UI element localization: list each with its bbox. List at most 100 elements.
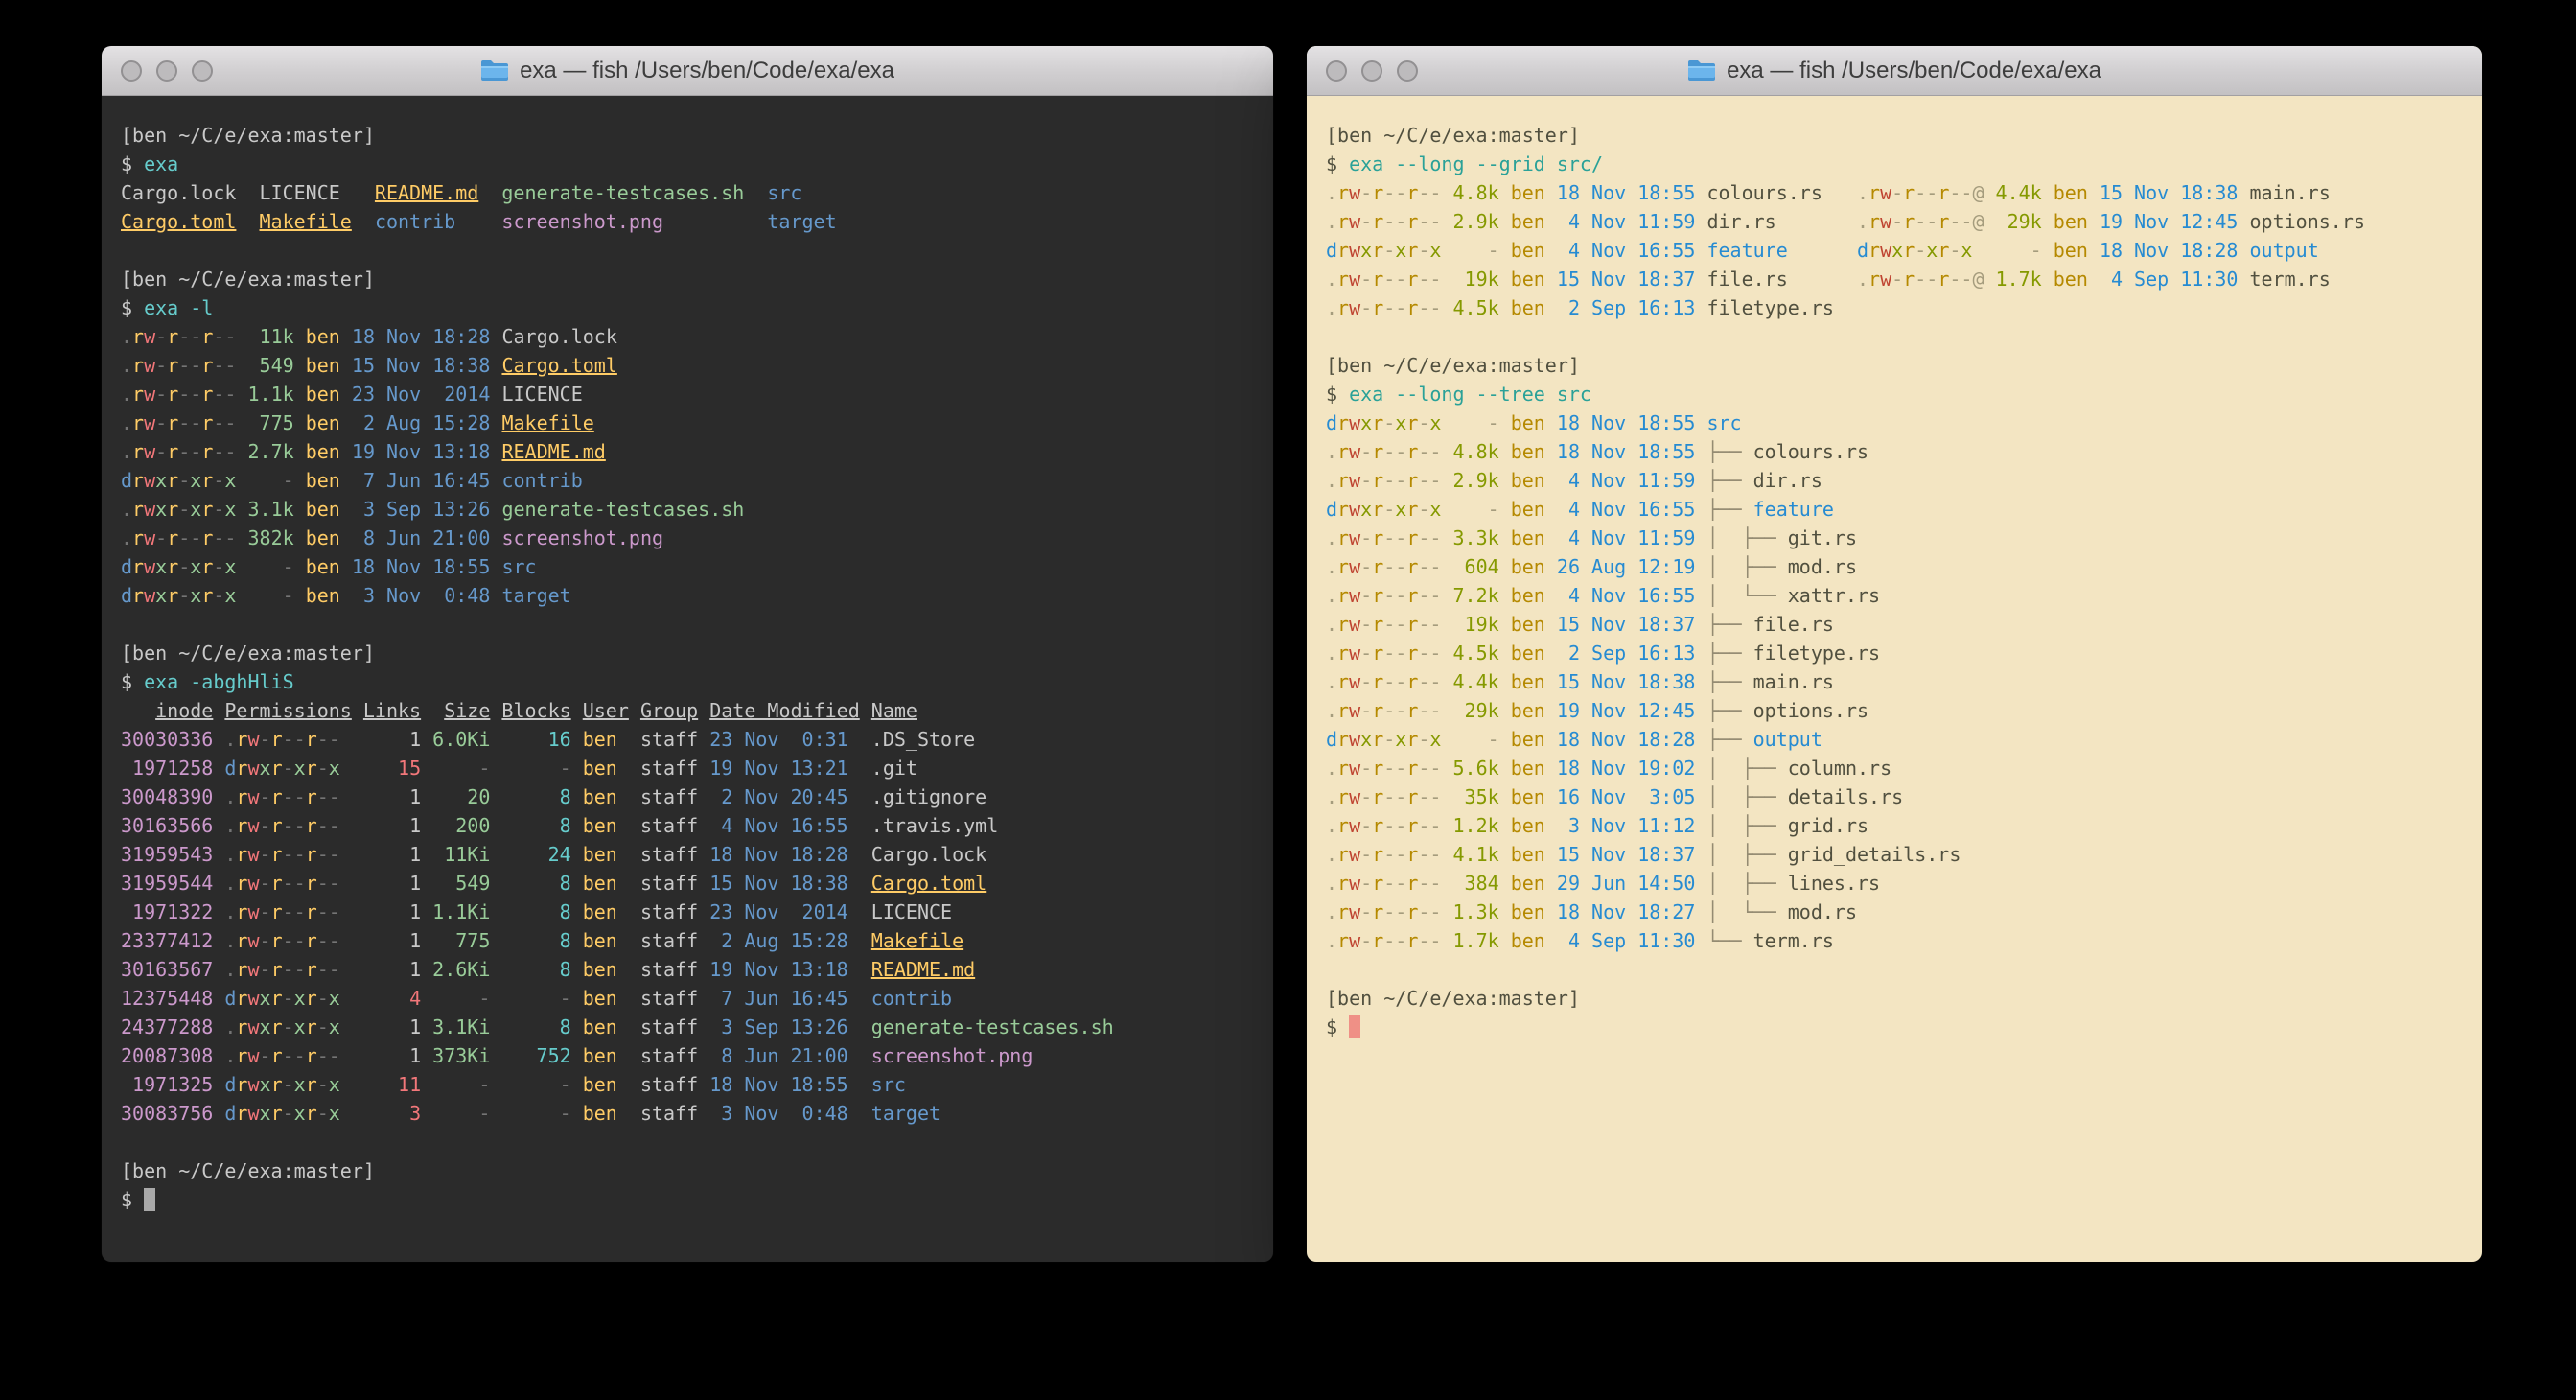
terminal-text-segment: ben [294, 498, 340, 521]
terminal-text-segment: exa -l [144, 296, 213, 319]
terminal-text-segment: staff [629, 843, 698, 866]
permission-char: r [1372, 584, 1383, 607]
terminal-line: drwxr-xr-x - ben 7 Jun 16:45 contrib [121, 466, 1254, 495]
terminal-line: .rw-r--r-- 7.2k ben 4 Nov 16:55 │ └── xa… [1326, 581, 2463, 610]
terminal-text-segment: 5.6k [1441, 757, 1498, 780]
terminal-text-segment: 29k [1441, 699, 1498, 722]
permission-char: - [283, 1073, 294, 1096]
terminal-text-segment [571, 699, 583, 722]
permission-char: . [1857, 210, 1868, 233]
permission-char: - [1383, 469, 1395, 492]
terminal-line: .rw-r--r-- 384 ben 29 Jun 14:50 │ ├── li… [1326, 869, 2463, 898]
terminal-text-segment: exa -abghHliS [144, 670, 294, 693]
permission-char: - [1915, 210, 1926, 233]
terminal-text-segment: - [490, 987, 570, 1010]
terminal-text-segment: 1.7k [1441, 929, 1498, 952]
terminal-text-segment: ├── [1706, 469, 1752, 492]
window-title: exa — fish /Users/ben/Code/exa/exa [480, 58, 894, 84]
terminal-text-segment [490, 555, 501, 578]
permission-char: r [1372, 728, 1383, 751]
permission-char: - [1383, 555, 1395, 578]
permission-char: - [178, 354, 190, 377]
window-controls [121, 60, 213, 82]
terminal-text-segment: - [1441, 239, 1498, 262]
permission-char: - [213, 440, 224, 463]
terminal-text-segment: 1 [340, 872, 421, 895]
permission-char: r [236, 814, 247, 837]
terminal-text-segment [490, 584, 501, 607]
terminal-text-segment [421, 699, 444, 722]
zoom-button[interactable] [192, 60, 213, 82]
terminal-text-segment: - [421, 1102, 490, 1125]
terminal-text-segment: staff [629, 872, 698, 895]
terminal-text-segment: LICENCE [490, 383, 582, 406]
terminal-text-segment: 1.7k [1984, 268, 2042, 291]
permission-char: - [1383, 872, 1395, 895]
permission-char: - [1383, 296, 1395, 319]
close-button[interactable] [1326, 60, 1347, 82]
terminal-text-segment: ben [1499, 843, 1545, 866]
terminal-text-segment [848, 872, 871, 895]
terminal-text-segment: User [583, 699, 629, 722]
close-button[interactable] [121, 60, 142, 82]
minimize-button[interactable] [1361, 60, 1382, 82]
terminal-text-segment: staff [629, 900, 698, 923]
terminal-line: 30083756 drwxr-xr-x 3 - - ben staff 3 No… [121, 1099, 1254, 1128]
terminal-content[interactable]: [ben ~/C/e/exa:master]$ exa --long --gri… [1307, 96, 2482, 1066]
terminal-text-segment: ben [571, 958, 629, 981]
terminal-text-segment: 8 [490, 929, 570, 952]
permission-char: w [1349, 900, 1360, 923]
permission-char: r [201, 383, 213, 406]
terminal-text-segment: options.rs [2238, 210, 2364, 233]
terminal-text-segment: 30163567 [121, 958, 213, 981]
terminal-text-segment: target [767, 210, 836, 233]
permission-char: r [1337, 843, 1349, 866]
terminal-line: 30030336 .rw-r--r-- 1 6.0Ki 16 ben staff… [121, 725, 1254, 754]
permission-char: - [317, 843, 329, 866]
permission-char: . [1326, 181, 1337, 204]
permission-char: r [201, 498, 213, 521]
terminal-line: Cargo.lock LICENCE README.md generate-te… [121, 178, 1254, 207]
terminal-text-segment: $ [121, 296, 144, 319]
terminal-text-segment: [ben ~/C/e/exa:master] [121, 642, 375, 665]
permission-char: d [121, 555, 132, 578]
terminal-line [1326, 322, 2463, 351]
terminal-line: .rw-r--r-- 775 ben 2 Aug 15:28 Makefile [121, 408, 1254, 437]
terminal-text-segment [848, 1102, 871, 1125]
terminal-text-segment: exa --long --tree src [1349, 383, 1591, 406]
terminal-text-segment: Cargo.lock [848, 843, 987, 866]
terminal-text-segment: 4 Nov 16:55 [1545, 498, 1696, 521]
terminal-line: .rw-r--r-- 1.2k ben 3 Nov 11:12 │ ├── gr… [1326, 811, 2463, 840]
permission-char: - [1383, 584, 1395, 607]
permission-char: r [201, 584, 213, 607]
terminal-line: 24377288 .rwxr-xr-x 1 3.1Ki 8 ben staff … [121, 1013, 1254, 1041]
permission-char: - [1949, 239, 1961, 262]
titlebar[interactable]: exa — fish /Users/ben/Code/exa/exa [102, 46, 1273, 96]
terminal-line: [ben ~/C/e/exa:master] [1326, 984, 2463, 1013]
terminal-text-segment [1695, 584, 1706, 607]
terminal-text-segment [860, 699, 871, 722]
terminal-text-segment: 19 Nov 12:45 [1545, 699, 1696, 722]
permission-char: - [1383, 670, 1395, 693]
permission-char: r [1406, 613, 1418, 636]
permission-char: w [1880, 268, 1891, 291]
permission-char: r [167, 526, 178, 549]
permission-char: x [1360, 239, 1372, 262]
permission-char: - [1383, 699, 1395, 722]
permission-char: w [1880, 239, 1891, 262]
permission-char: x [155, 555, 167, 578]
zoom-button[interactable] [1397, 60, 1418, 82]
permission-char: - [1429, 296, 1441, 319]
permission-char: r [306, 1015, 317, 1038]
permission-char: r [132, 325, 144, 348]
terminal-content[interactable]: [ben ~/C/e/exa:master]$ exaCargo.lock LI… [102, 96, 1273, 1239]
terminal-text-segment: contrib [501, 469, 582, 492]
minimize-button[interactable] [156, 60, 177, 82]
terminal-text-segment: term.rs [1753, 929, 1834, 952]
permission-char: - [283, 843, 294, 866]
terminal-text-segment: [ben ~/C/e/exa:master] [121, 1159, 375, 1182]
permission-char: - [283, 872, 294, 895]
terminal-text-segment: ├── [1706, 613, 1752, 636]
permission-char: . [1326, 670, 1337, 693]
titlebar[interactable]: exa — fish /Users/ben/Code/exa/exa [1307, 46, 2482, 96]
